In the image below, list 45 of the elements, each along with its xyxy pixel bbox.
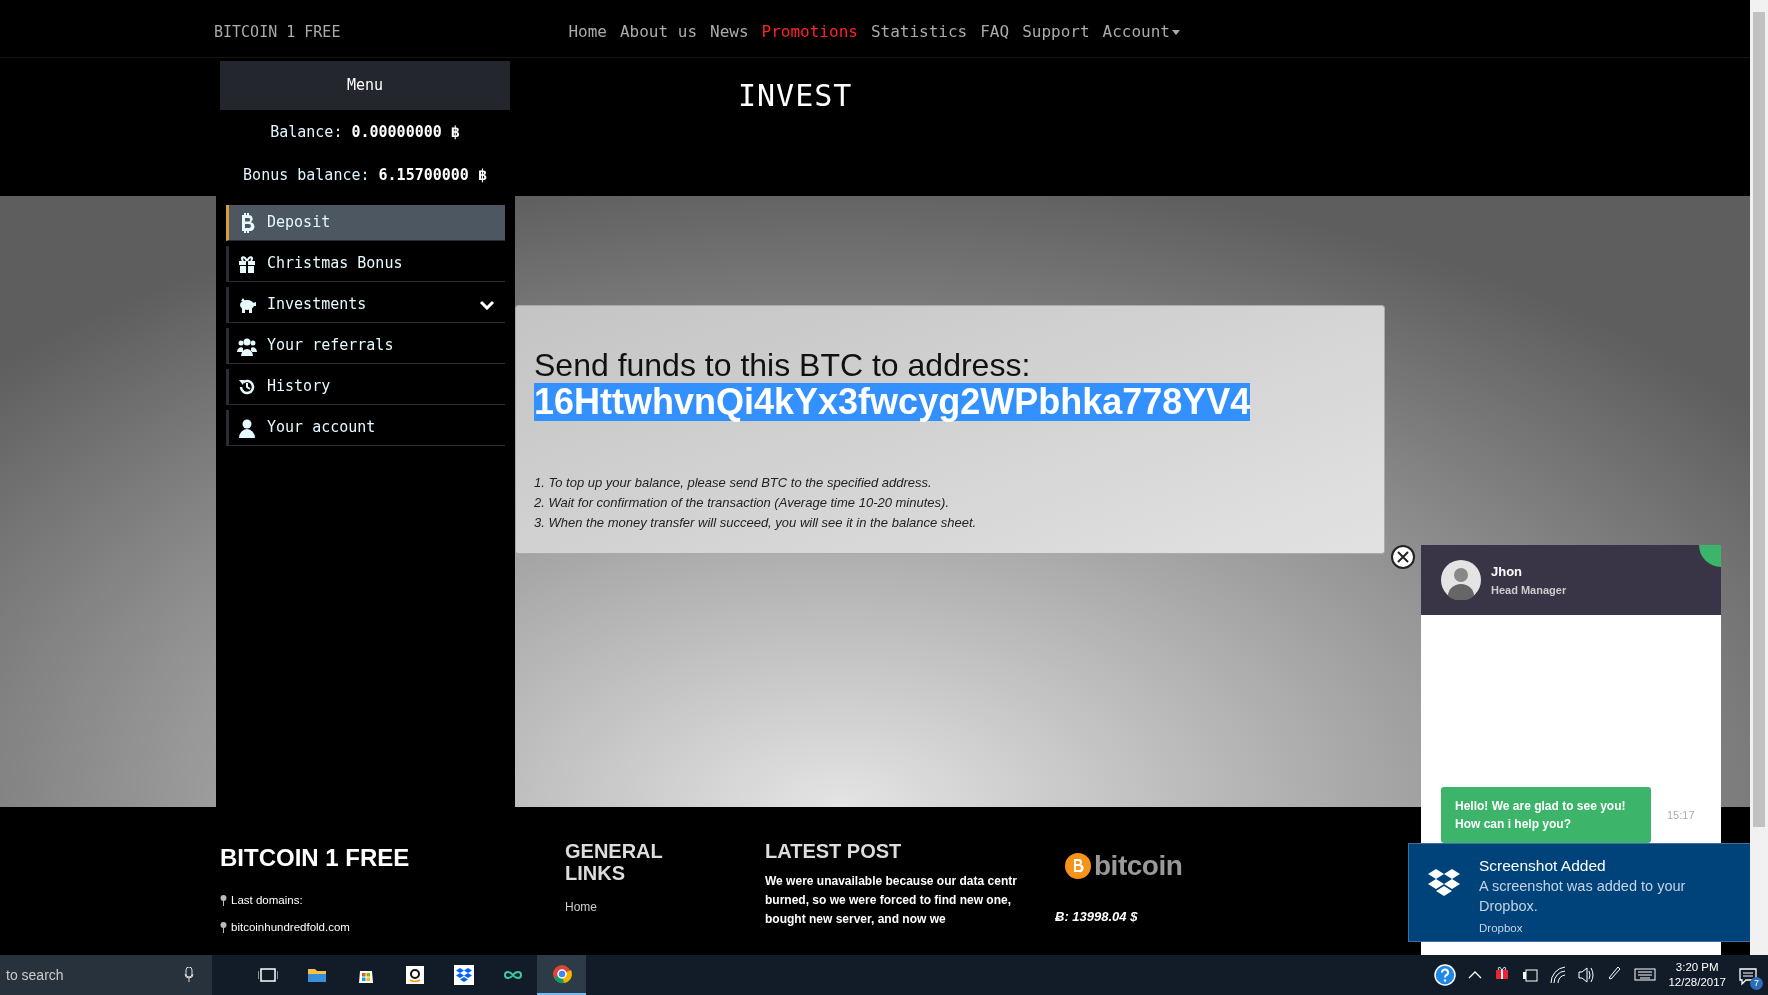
- instruction-step: 2. Wait for confirmation of the transaction (Average time 10-20 minutes).: [534, 493, 1366, 513]
- message-time: 15:17: [1667, 807, 1695, 823]
- notification-source: Dropbox: [1479, 921, 1524, 936]
- site-brand[interactable]: BITCOIN 1 FREE: [214, 20, 341, 44]
- domains-label: Last domains:: [231, 893, 303, 908]
- agent-role: Head Manager: [1491, 582, 1567, 598]
- page-title: INVEST: [738, 77, 854, 115]
- instruction-step: 1. To top up your balance, please send BTC to the specified address.: [534, 473, 1366, 493]
- search-box[interactable]: to search: [0, 955, 212, 995]
- footer-heading: LATEST POST: [765, 840, 903, 862]
- sidebar-item[interactable]: History: [226, 369, 505, 405]
- agent-name: Jhon: [1491, 563, 1524, 581]
- menu-button[interactable]: Menu: [220, 61, 510, 110]
- sidebar-item[interactable]: Christmas Bonus: [226, 246, 505, 282]
- footer-link[interactable]: Home: [565, 898, 597, 916]
- nav-link[interactable]: Promotions: [761, 20, 858, 44]
- nav-link[interactable]: Account: [1102, 20, 1180, 44]
- bitcoin-logo: bitcoin: [1065, 845, 1183, 887]
- notification-title: Screenshot Added: [1479, 856, 1607, 876]
- dialog-heading: Send funds to this BTC to address:: [534, 347, 1032, 383]
- balance-text: Bonus balance: 6.15700000 ฿: [242, 164, 488, 186]
- nav-link[interactable]: FAQ: [980, 20, 1010, 44]
- post-excerpt: We were unavailable because our data centr burned, so we were forced to find new one, bought new server, and now we: [765, 873, 1018, 928]
- sidebar-item[interactable]: Your account: [226, 410, 505, 446]
- instruction-step: 3. When the money transfer will succeed, you will see it in the balance sheet.: [534, 513, 1366, 533]
- nav-link[interactable]: Statistics: [870, 20, 968, 44]
- footer-brand: BITCOIN 1 FREE: [220, 843, 411, 873]
- nav-link[interactable]: About us: [619, 20, 698, 44]
- balance-text: Balance: 0.00000000 ฿: [269, 122, 461, 143]
- notification-count: 7: [1750, 977, 1763, 990]
- sidebar-item[interactable]: Deposit: [226, 205, 505, 241]
- btc-address: 16HttwhvnQi4kYx3fwcyg2WPbhka778YV4: [534, 383, 1251, 421]
- footer-heading: GENERAL LINKS: [565, 840, 664, 884]
- notification-body: A screenshot was added to your Dropbox.: [1479, 877, 1687, 916]
- nav-link[interactable]: Support: [1022, 20, 1090, 44]
- domain-text: bitcoinhundredfold.com: [231, 920, 350, 936]
- nav-link[interactable]: News: [710, 20, 749, 44]
- nav-link[interactable]: Home: [568, 20, 607, 44]
- bitcoin-price: Ƀ: 13998.04 $: [1055, 908, 1139, 926]
- notification-toast[interactable]: Screenshot Added A screenshot was added to your Dropbox. Dropbox: [1408, 843, 1750, 942]
- sidebar-item[interactable]: Investments: [226, 287, 505, 323]
- clock-time: 3:20 PM: [1674, 960, 1720, 975]
- sidebar-item[interactable]: Your referrals: [226, 328, 505, 364]
- clock-date: 12/28/2017: [1668, 975, 1726, 990]
- chat-message: Hello! We are glad to see you! How can i help you?: [1441, 787, 1651, 843]
